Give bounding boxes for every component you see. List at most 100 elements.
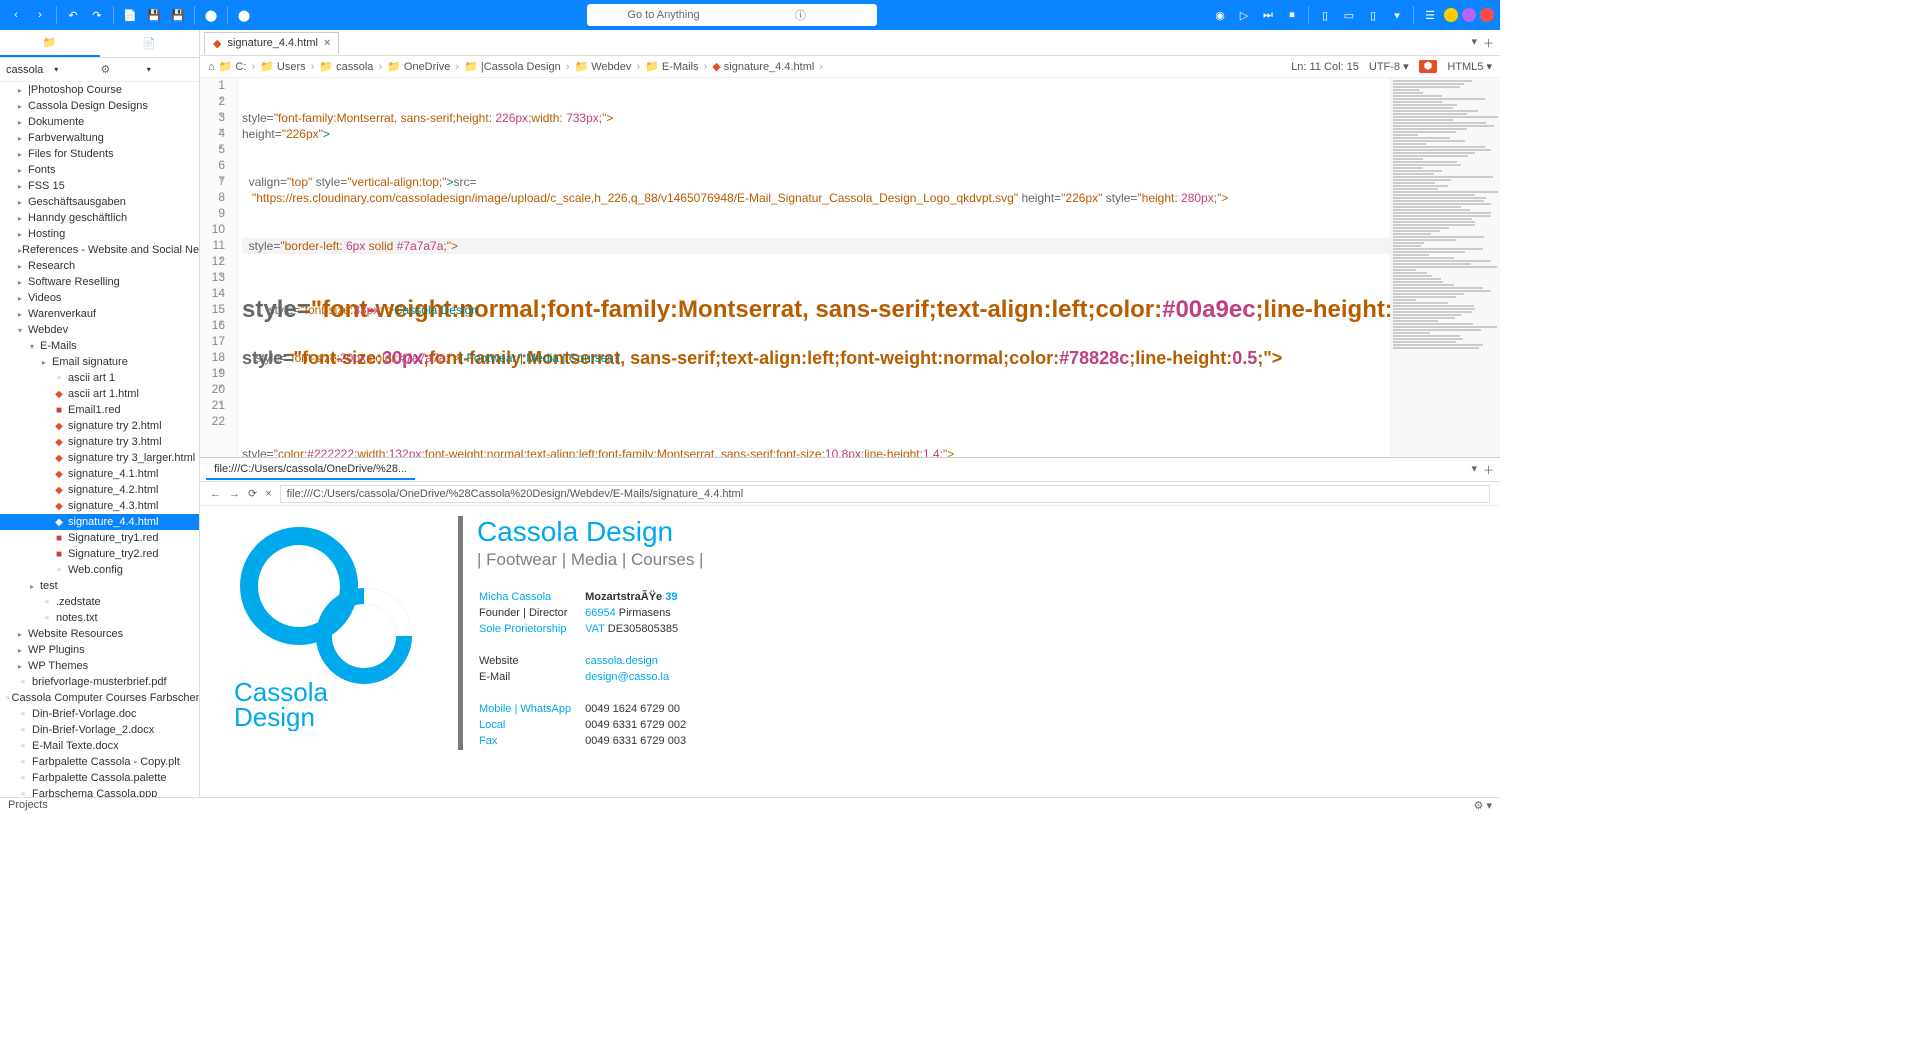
redo-button[interactable]: ↷: [87, 5, 107, 25]
tree-item[interactable]: ▫briefvorlage-musterbrief.pdf: [0, 674, 199, 690]
statusbar-gear-icon[interactable]: ⚙ ▾: [1474, 799, 1492, 812]
tree-item[interactable]: ▸Hanndy geschäftlich: [0, 210, 199, 226]
close-tab-icon[interactable]: ×: [324, 37, 330, 49]
add-tab-icon[interactable]: ＋: [1483, 35, 1494, 51]
tree-item[interactable]: ▫Din-Brief-Vorlage.doc: [0, 706, 199, 722]
play-icon[interactable]: ▷: [1234, 5, 1254, 25]
nav-forward-icon[interactable]: →: [229, 488, 240, 500]
tree-item[interactable]: ◆signature_4.3.html: [0, 498, 199, 514]
minimize-button[interactable]: [1444, 8, 1458, 22]
tab-menu-icon[interactable]: ▾: [1471, 35, 1477, 51]
layout-left-icon[interactable]: ▯: [1315, 5, 1335, 25]
layout-right-icon[interactable]: ▯: [1363, 5, 1383, 25]
tree-item[interactable]: ■Email1.red: [0, 402, 199, 418]
gear-icon[interactable]: ⚙: [101, 63, 147, 76]
tree-item[interactable]: ▸Videos: [0, 290, 199, 306]
tree-item[interactable]: ◆signature try 2.html: [0, 418, 199, 434]
project-name[interactable]: cassola: [6, 64, 52, 76]
breadcrumb-item[interactable]: 📁 E-Mails ›: [645, 60, 709, 73]
tree-item[interactable]: ▸Fonts: [0, 162, 199, 178]
statusbar-label[interactable]: Projects: [8, 799, 48, 811]
places-tab[interactable]: 📁: [0, 30, 100, 57]
nav-stop-icon[interactable]: ×: [265, 488, 271, 500]
maximize-button[interactable]: [1462, 8, 1476, 22]
forward-button[interactable]: ›: [30, 5, 50, 25]
breadcrumb-item[interactable]: 📁 C: ›: [219, 60, 257, 73]
tool-button-2[interactable]: ⬤: [234, 5, 254, 25]
menu-icon[interactable]: ☰: [1420, 5, 1440, 25]
tree-item[interactable]: ▸test: [0, 578, 199, 594]
breadcrumb-item[interactable]: 📁 Users ›: [260, 60, 316, 73]
tree-item[interactable]: ▸|Photoshop Course: [0, 82, 199, 98]
record-icon[interactable]: ◉: [1210, 5, 1230, 25]
breadcrumb-item[interactable]: 📁 Webdev ›: [574, 60, 642, 73]
code-editor[interactable]: 12▾3▾4▾5▾67▾89101112▾13▾141516▾171819▾20…: [200, 78, 1500, 457]
stop-icon[interactable]: ⏹: [1282, 5, 1302, 25]
tree-item[interactable]: ▸Hosting: [0, 226, 199, 242]
language-selector[interactable]: HTML5 ▾: [1447, 60, 1492, 73]
tree-item[interactable]: ▸Cassola Design Designs: [0, 98, 199, 114]
tool-button-1[interactable]: ⬤: [201, 5, 221, 25]
step-icon[interactable]: ⏭: [1258, 5, 1278, 25]
save-all-button[interactable]: 💾: [168, 5, 188, 25]
tree-item[interactable]: ▸WP Plugins: [0, 642, 199, 658]
contact-row: Micha CassolaMozartstraÃŸe 39: [479, 590, 698, 604]
nav-back-icon[interactable]: ←: [210, 488, 221, 500]
preview-add-icon[interactable]: ＋: [1483, 462, 1494, 478]
tree-item[interactable]: ▫.zedstate: [0, 594, 199, 610]
tree-item[interactable]: ▫E-Mail Texte.docx: [0, 738, 199, 754]
tree-item[interactable]: ▸Files for Students: [0, 146, 199, 162]
editor-tab[interactable]: ◆ signature_4.4.html ×: [204, 32, 339, 54]
tree-item[interactable]: ▸Dokumente: [0, 114, 199, 130]
preview-tab[interactable]: file:///C:/Users/cassola/OneDrive/%28...: [206, 460, 415, 480]
tree-item[interactable]: ■Signature_try2.red: [0, 546, 199, 562]
tree-item[interactable]: ▾Webdev: [0, 322, 199, 338]
files-tab[interactable]: 📄: [100, 30, 200, 57]
tree-item[interactable]: ▫ascii art 1: [0, 370, 199, 386]
nav-reload-icon[interactable]: ⟳: [248, 487, 257, 500]
encoding[interactable]: UTF-8 ▾: [1369, 60, 1409, 73]
tree-item[interactable]: ▸Email signature: [0, 354, 199, 370]
tree-item[interactable]: ▫Farbpalette Cassola.palette: [0, 770, 199, 786]
tree-item[interactable]: ▸Farbverwaltung: [0, 130, 199, 146]
tree-item[interactable]: ◆signature try 3.html: [0, 434, 199, 450]
layout-bottom-icon[interactable]: ▭: [1339, 5, 1359, 25]
tree-item[interactable]: ▸Software Reselling: [0, 274, 199, 290]
breadcrumb-item[interactable]: 📁 |Cassola Design ›: [464, 60, 571, 73]
tree-item[interactable]: ◆signature_4.4.html: [0, 514, 199, 530]
goto-anything-search[interactable]: Go to Anything ⓘ: [587, 4, 877, 26]
tree-item[interactable]: ▫Web.config: [0, 562, 199, 578]
tree-item[interactable]: ▫Farbschema Cassola.ppp: [0, 786, 199, 797]
tree-item[interactable]: ▸WP Themes: [0, 658, 199, 674]
preview-menu-icon[interactable]: ▾: [1471, 462, 1477, 478]
tree-item[interactable]: ▫Din-Brief-Vorlage_2.docx: [0, 722, 199, 738]
close-button[interactable]: [1480, 8, 1494, 22]
tree-item[interactable]: ▸Research: [0, 258, 199, 274]
minimap[interactable]: [1390, 78, 1500, 457]
tree-item[interactable]: ◆signature_4.2.html: [0, 482, 199, 498]
breadcrumb-item[interactable]: 📁 cassola ›: [319, 60, 384, 73]
tree-item[interactable]: ▫Farbpalette Cassola - Copy.plt: [0, 754, 199, 770]
breadcrumb-item[interactable]: ◆ signature_4.4.html ›: [712, 60, 825, 73]
tree-item[interactable]: ▸References - Website and Social Netw...: [0, 242, 199, 258]
undo-button[interactable]: ↶: [63, 5, 83, 25]
tree-item[interactable]: ▾E-Mails: [0, 338, 199, 354]
save-button[interactable]: 💾: [144, 5, 164, 25]
back-button[interactable]: ‹: [6, 5, 26, 25]
new-file-button[interactable]: 📄: [120, 5, 140, 25]
tree-item[interactable]: ▸Website Resources: [0, 626, 199, 642]
tree-item[interactable]: ▫Cassola Computer Courses Farbschem...: [0, 690, 199, 706]
tree-item[interactable]: ▸FSS 15: [0, 178, 199, 194]
breadcrumb-item[interactable]: 📁 OneDrive ›: [387, 60, 461, 73]
tree-item[interactable]: ■Signature_try1.red: [0, 530, 199, 546]
tree-item[interactable]: ▫notes.txt: [0, 610, 199, 626]
url-bar[interactable]: file:///C:/Users/cassola/OneDrive/%28Cas…: [280, 485, 1490, 503]
tree-item[interactable]: ▸Warenverkauf: [0, 306, 199, 322]
tab-label: signature_4.4.html: [227, 37, 318, 49]
layout-more-icon[interactable]: ▾: [1387, 5, 1407, 25]
tree-item[interactable]: ◆signature_4.1.html: [0, 466, 199, 482]
tree-item[interactable]: ▸Geschäftsausgaben: [0, 194, 199, 210]
tree-item[interactable]: ◆signature try 3_larger.html: [0, 450, 199, 466]
tree-item[interactable]: ◆ascii art 1.html: [0, 386, 199, 402]
home-icon[interactable]: ⌂: [208, 61, 215, 73]
